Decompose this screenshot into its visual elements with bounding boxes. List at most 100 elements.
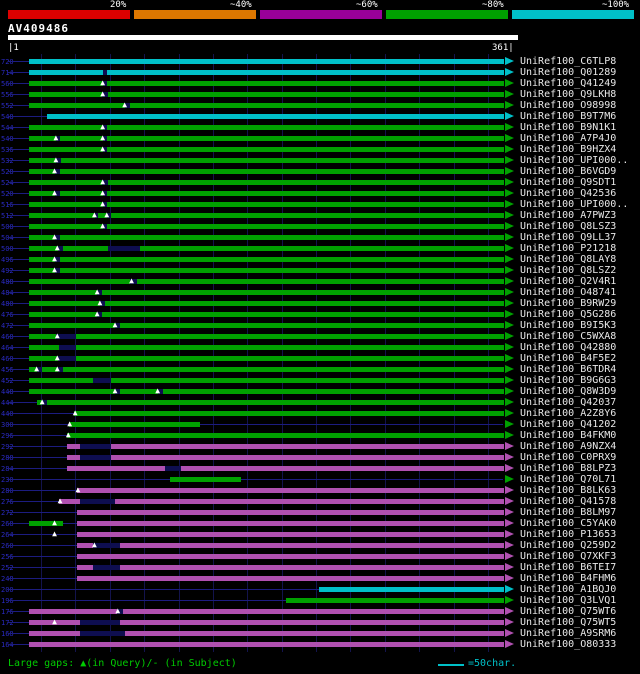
alignment-bar[interactable] — [28, 334, 504, 339]
hit-label[interactable]: UniRef100_Q8LSZ2 — [520, 265, 616, 276]
hit-label[interactable]: UniRef100_Q41249 — [520, 78, 616, 89]
hit-label[interactable]: UniRef100_C0PRX9 — [520, 452, 616, 463]
hit-label[interactable]: UniRef100_Q9LKH8 — [520, 89, 616, 100]
hit-label[interactable]: UniRef100_C5YAK0 — [520, 518, 616, 529]
alignment-bar[interactable] — [28, 59, 504, 64]
alignment-bar[interactable] — [170, 477, 242, 482]
hit-label[interactable]: UniRef100_UPI000.. — [520, 199, 628, 210]
hit-label[interactable]: UniRef100_Q70L71 — [520, 474, 616, 485]
alignment-bar[interactable] — [28, 345, 504, 350]
alignment-bar[interactable] — [28, 323, 504, 328]
hit-label[interactable]: UniRef100_A7P4J0 — [520, 133, 616, 144]
alignment-bar[interactable] — [67, 433, 504, 438]
alignment-bar[interactable] — [28, 169, 504, 174]
gap-segment — [93, 378, 111, 383]
hit-label[interactable]: UniRef100_Q75WT5 — [520, 617, 616, 628]
hit-label[interactable]: UniRef100_A9NZX4 — [520, 441, 616, 452]
hit-label[interactable]: UniRef100_B4FHM6 — [520, 573, 616, 584]
alignment-bar[interactable] — [28, 158, 504, 163]
hit-label[interactable]: UniRef100_Q41202 — [520, 419, 616, 430]
alignment-bar[interactable] — [68, 422, 201, 427]
hit-label[interactable]: UniRef100_P21218 — [520, 243, 616, 254]
alignment-bar[interactable] — [67, 466, 504, 471]
alignment-bar[interactable] — [28, 642, 504, 647]
alignment-bar[interactable] — [318, 587, 505, 592]
hit-label[interactable]: UniRef100_B9T7M6 — [520, 111, 616, 122]
alignment-bar[interactable] — [28, 213, 504, 218]
hit-label[interactable]: UniRef100_Q9LL37 — [520, 232, 616, 243]
alignment-bar[interactable] — [46, 114, 504, 119]
hit-label[interactable]: UniRef100_A7PWZ3 — [520, 210, 616, 221]
hit-label[interactable]: UniRef100_B4F5E2 — [520, 353, 616, 364]
hit-label[interactable]: UniRef100_P13653 — [520, 529, 616, 540]
hit-label[interactable]: UniRef100_B9G6G3 — [520, 375, 616, 386]
alignment-bar[interactable] — [76, 565, 505, 570]
alignment-bar[interactable] — [28, 367, 504, 372]
hit-label[interactable]: UniRef100_B9RW29 — [520, 298, 616, 309]
alignment-bar[interactable] — [67, 444, 504, 449]
hit-label[interactable]: UniRef100_Q9SDT1 — [520, 177, 616, 188]
alignment-bar[interactable] — [76, 543, 505, 548]
hit-label[interactable]: UniRef100_B6TEI7 — [520, 562, 616, 573]
hit-label[interactable]: UniRef100_O48741 — [520, 287, 616, 298]
alignment-bar[interactable] — [285, 598, 505, 603]
alignment-bar[interactable] — [28, 279, 504, 284]
alignment-bar[interactable] — [28, 389, 504, 394]
hit-label[interactable]: UniRef100_Q8LAY8 — [520, 254, 616, 265]
hit-label[interactable]: UniRef100_B8LK63 — [520, 485, 616, 496]
hit-label[interactable]: UniRef100_B9N1K1 — [520, 122, 616, 133]
alignment-bar[interactable] — [74, 411, 504, 416]
hit-label[interactable]: UniRef100_B4FKM0 — [520, 430, 616, 441]
alignment-bar[interactable] — [76, 521, 505, 526]
hit-label[interactable]: UniRef100_Q259D2 — [520, 540, 616, 551]
hit-label[interactable]: UniRef100_Q8W3D9 — [520, 386, 616, 397]
hit-label[interactable]: UniRef100_B6TDR4 — [520, 364, 616, 375]
hit-label[interactable]: UniRef100_Q7XKF3 — [520, 551, 616, 562]
alignment-bar[interactable] — [28, 521, 63, 526]
hit-label[interactable]: UniRef100_A2Z8Y6 — [520, 408, 616, 419]
alignment-bar[interactable] — [76, 576, 505, 581]
gap-segment — [164, 466, 181, 471]
hit-label[interactable]: UniRef100_O98998 — [520, 100, 616, 111]
hit-label[interactable]: UniRef100_Q42536 — [520, 188, 616, 199]
alignment-bar[interactable] — [28, 235, 504, 240]
hit-label[interactable]: UniRef100_Q2V4R1 — [520, 276, 616, 287]
hit-label[interactable]: UniRef100_C6TLP8 — [520, 56, 616, 67]
alignment-bar[interactable] — [76, 532, 505, 537]
hit-label[interactable]: UniRef100_Q3LVQ1 — [520, 595, 616, 606]
alignment-bar[interactable] — [28, 246, 504, 251]
hit-label[interactable]: UniRef100_B9HZX4 — [520, 144, 616, 155]
hit-label[interactable]: UniRef100_B8LM97 — [520, 507, 616, 518]
alignment-bar[interactable] — [76, 488, 505, 493]
hit-label[interactable]: UniRef100_Q42037 — [520, 397, 616, 408]
hit-label[interactable]: UniRef100_C5WXA8 — [520, 331, 616, 342]
alignment-bar[interactable] — [28, 70, 504, 75]
hit-label[interactable]: UniRef100_A9SRM6 — [520, 628, 616, 639]
hit-label[interactable]: UniRef100_A1BQJ0 — [520, 584, 616, 595]
hit-label[interactable]: UniRef100_B6VGD9 — [520, 166, 616, 177]
gap-segment — [102, 70, 107, 75]
hit-label[interactable]: UniRef100_Q42880 — [520, 342, 616, 353]
hit-label[interactable]: UniRef100_Q5G286 — [520, 309, 616, 320]
alignment-bar[interactable] — [58, 499, 504, 504]
alignment-bar[interactable] — [28, 103, 504, 108]
hit-label[interactable]: UniRef100_B8LPZ3 — [520, 463, 616, 474]
alignment-bar[interactable] — [28, 268, 504, 273]
hit-label[interactable]: UniRef100_O80333 — [520, 639, 616, 650]
alignment-bar[interactable] — [28, 257, 504, 262]
alignment-row: 296 ▲ UniRef100_B4FKM0 — [0, 430, 640, 441]
alignment-row: 260 ▲ UniRef100_Q259D2 — [0, 540, 640, 551]
hit-label[interactable]: UniRef100_Q8LSZ3 — [520, 221, 616, 232]
hit-label[interactable]: UniRef100_Q41578 — [520, 496, 616, 507]
gap-triangle-icon: ▲ — [52, 518, 57, 527]
alignment-bar[interactable] — [28, 609, 504, 614]
alignment-bar[interactable] — [67, 455, 504, 460]
alignment-bar[interactable] — [76, 510, 505, 515]
hit-label[interactable]: UniRef100_UPI000.. — [520, 155, 628, 166]
alignment-bar[interactable] — [36, 400, 504, 405]
alignment-bar[interactable] — [28, 356, 504, 361]
alignment-bar[interactable] — [76, 554, 505, 559]
hit-label[interactable]: UniRef100_B9I5K3 — [520, 320, 616, 331]
hit-label[interactable]: UniRef100_Q01289 — [520, 67, 616, 78]
hit-label[interactable]: UniRef100_Q75WT6 — [520, 606, 616, 617]
